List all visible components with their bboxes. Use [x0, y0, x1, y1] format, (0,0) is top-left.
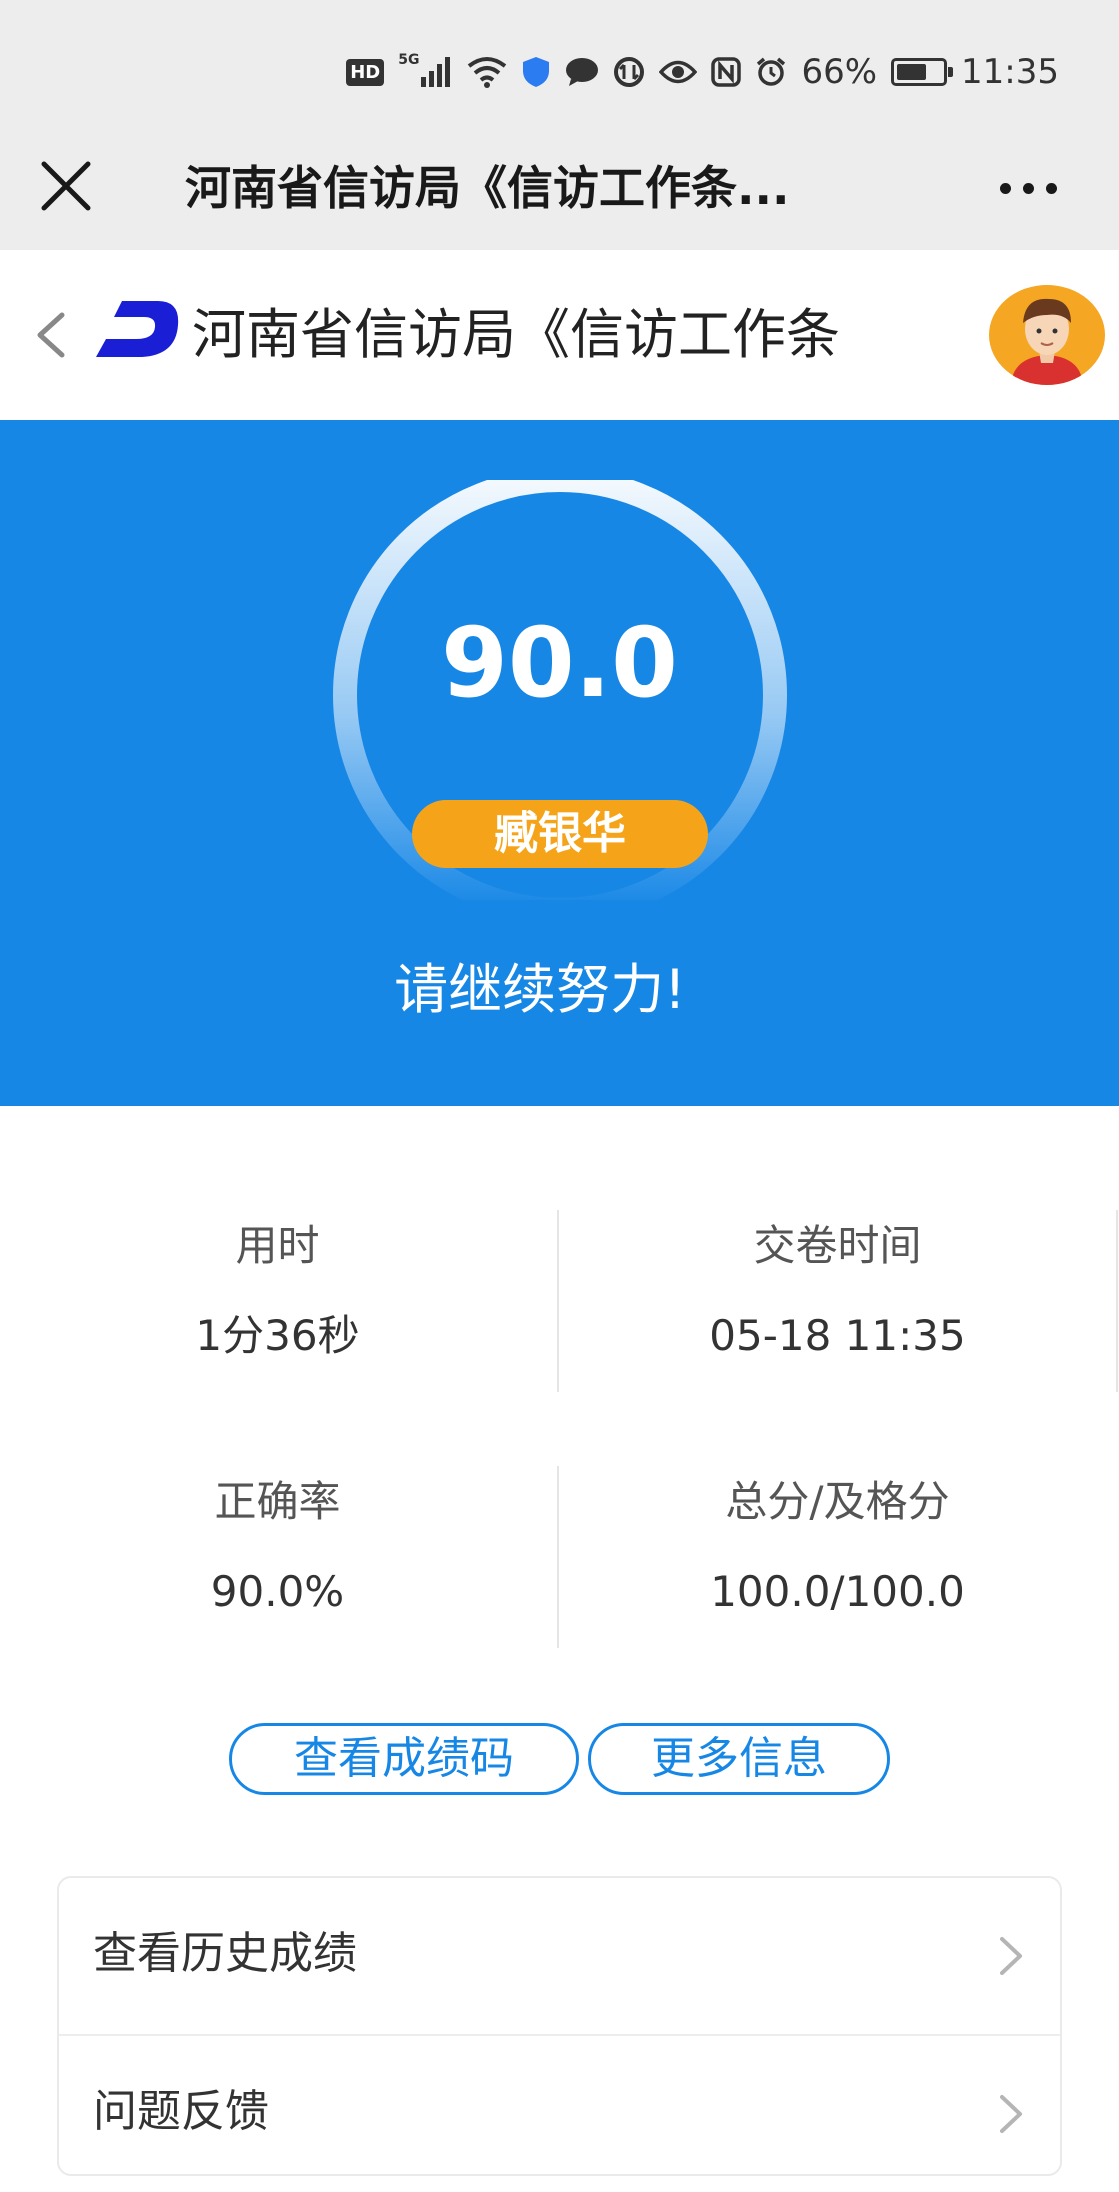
close-icon[interactable]	[36, 156, 96, 216]
chevron-right-icon	[996, 2091, 1026, 2137]
clock: 11:35	[961, 52, 1059, 92]
stat-submit-time: 交卷时间 05-18 11:35	[560, 1216, 1115, 1366]
stat-accuracy: 正确率 90.0%	[0, 1472, 555, 1622]
score-value: 90.0	[441, 607, 678, 719]
menu-item-feedback[interactable]: 问题反馈	[59, 2036, 1060, 2192]
view-score-code-button[interactable]: 查看成绩码	[229, 1723, 579, 1795]
stat-label: 用时	[235, 1221, 320, 1270]
stat-duration: 用时 1分36秒	[0, 1216, 555, 1366]
nfc-icon	[711, 57, 742, 87]
stat-label: 交卷时间	[753, 1221, 922, 1270]
battery-fill	[897, 64, 927, 80]
score-hero: 90.0 臧银华 请继续努力!	[0, 420, 1119, 1106]
menu-item-history-scores[interactable]: 查看历史成绩	[59, 1878, 1060, 2034]
shield-icon	[521, 56, 551, 88]
user-name-badge: 臧银华	[412, 800, 708, 868]
network-type-label: 5G	[398, 52, 420, 68]
stat-total-pass-score: 总分/及格分 100.0/100.0	[560, 1472, 1115, 1622]
stat-label: 总分/及格分	[725, 1477, 950, 1526]
data-icon	[613, 56, 645, 88]
eye-icon	[659, 59, 698, 85]
menu-card: 查看历史成绩 问题反馈	[57, 1876, 1062, 2176]
hd-icon: HD	[346, 58, 385, 86]
stat-divider	[557, 1210, 559, 1392]
stat-divider	[557, 1466, 559, 1648]
status-bar: HD 5G 66% 11:35	[0, 0, 1119, 140]
signal-icon: 5G	[398, 52, 453, 87]
wechat-page-title: 河南省信访局《信访工作条...	[185, 161, 790, 215]
wifi-icon	[467, 56, 507, 88]
menu-item-label: 问题反馈	[93, 2086, 269, 2137]
app-title: 河南省信访局《信访工作条	[192, 303, 840, 366]
stat-divider	[1116, 1210, 1118, 1392]
battery-icon	[891, 58, 954, 86]
stat-value: 90.0%	[210, 1567, 345, 1616]
menu-item-label: 查看历史成绩	[93, 1928, 357, 1979]
stats-grid: 用时 1分36秒 交卷时间 05-18 11:35 正确率 90.0% 总分/及…	[0, 1106, 1119, 1686]
stat-value: 1分36秒	[195, 1311, 360, 1360]
more-info-button[interactable]: 更多信息	[588, 1723, 890, 1795]
battery-percent: 66%	[801, 52, 878, 92]
stat-value: 05-18 11:35	[709, 1311, 966, 1360]
chat-icon	[565, 57, 599, 87]
logo-icon	[92, 295, 182, 365]
chevron-left-icon[interactable]	[30, 305, 70, 365]
avatar[interactable]	[989, 285, 1105, 385]
chevron-right-icon	[996, 1933, 1026, 1979]
alarm-icon	[755, 56, 787, 88]
app-header: 河南省信访局《信访工作条	[0, 250, 1119, 420]
stat-value: 100.0/100.0	[710, 1567, 965, 1616]
encouragement-text: 请继续努力!	[394, 958, 686, 1021]
stat-label: 正确率	[214, 1477, 341, 1526]
status-icons: HD 5G 66% 11:35	[346, 50, 1059, 94]
wechat-nav-bar: 河南省信访局《信访工作条...	[0, 120, 1119, 250]
more-icon[interactable]	[993, 168, 1063, 208]
